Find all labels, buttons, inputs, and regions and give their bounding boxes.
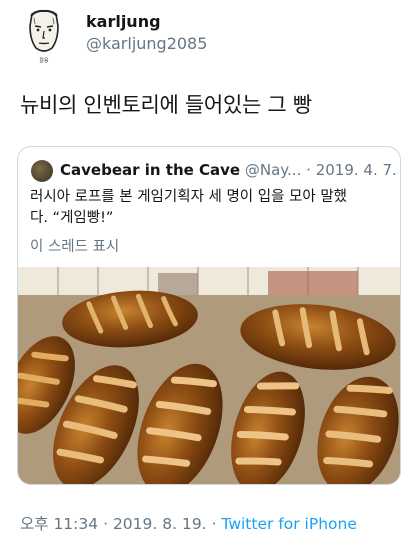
author-handle[interactable]: @karljung2085 — [86, 34, 207, 53]
background-goods — [268, 271, 358, 295]
quoted-avatar[interactable] — [31, 160, 53, 182]
quoted-separator: · — [306, 161, 311, 179]
tweet-time[interactable]: 오후 11:34 — [20, 515, 98, 533]
quoted-author-name: Cavebear in the Cave — [60, 161, 241, 179]
quoted-tweet[interactable]: Cavebear in the Cave @Nay... · 2019. 4. … — [17, 146, 401, 485]
author-name[interactable]: karljung — [86, 12, 161, 31]
quoted-text: 러시아 로프를 본 게임기획자 세 명이 입을 모아 말했 다. “게임빵!” — [30, 187, 392, 229]
quoted-text-line-1: 러시아 로프를 본 게임기획자 세 명이 입을 모아 말했 — [30, 189, 348, 205]
avatar-caption: 칼융 — [39, 57, 49, 64]
show-thread-link[interactable]: 이 스레드 표시 — [30, 235, 119, 256]
footer-separator-2: · — [211, 515, 217, 533]
quoted-header: Cavebear in the Cave @Nay... · 2019. 4. … — [60, 161, 397, 179]
background-goods-2 — [158, 273, 198, 295]
quoted-date: 2019. 4. 7. — [315, 161, 397, 179]
tweet-source-link[interactable]: Twitter for iPhone — [221, 515, 356, 533]
quoted-text-line-2: 다. “게임빵!” — [30, 210, 114, 226]
quoted-author-handle: @Nay... — [244, 161, 302, 179]
tweet-date[interactable]: 2019. 8. 19. — [113, 515, 207, 533]
bread-photo[interactable] — [18, 267, 401, 485]
avatar-face-icon: 칼융 — [29, 9, 59, 64]
tweet-footer: 오후 11:34 · 2019. 8. 19. · Twitter for iP… — [20, 512, 357, 534]
tweet-text: 뉴비의 인벤토리에 들어있는 그 빵 — [20, 93, 312, 117]
avatar[interactable]: 칼융 — [22, 6, 66, 64]
footer-separator: · — [103, 515, 108, 533]
